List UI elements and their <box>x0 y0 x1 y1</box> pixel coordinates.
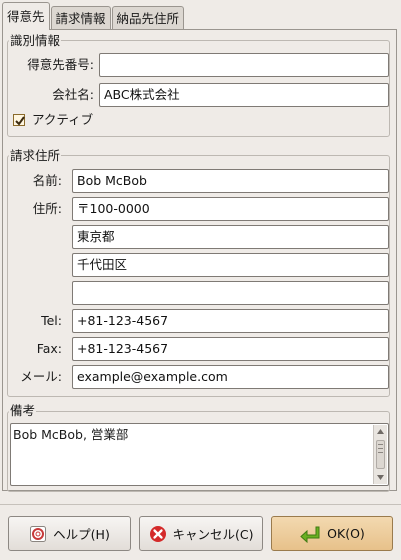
name-label: 名前: <box>32 173 62 188</box>
address-label: 住所: <box>32 201 62 216</box>
email-input[interactable]: example@example.com <box>72 365 389 389</box>
checkmark-icon <box>15 116 25 126</box>
company-name-input[interactable]: ABC株式会社 <box>99 83 389 107</box>
scroll-up-icon[interactable] <box>374 425 387 438</box>
button-separator <box>0 504 401 505</box>
ok-button[interactable]: OK(O) <box>271 516 393 551</box>
fax-input[interactable]: +81-123-4567 <box>72 337 389 361</box>
tab-delivery-address[interactable]: 納品先住所 <box>111 6 185 30</box>
customer-code-label: 得意先番号: <box>27 57 94 72</box>
cancel-button[interactable]: キャンセル(C) <box>139 516 263 551</box>
cancel-icon <box>149 525 166 542</box>
address-line1-input[interactable]: 〒100-0000 <box>72 197 389 221</box>
scroll-down-icon[interactable] <box>374 471 387 484</box>
fax-label: Fax: <box>36 341 62 356</box>
address-line2-input[interactable]: 東京都 <box>72 225 389 249</box>
help-icon <box>30 525 47 542</box>
name-input[interactable]: Bob McBob <box>72 169 389 193</box>
scroll-thumb[interactable] <box>376 440 385 469</box>
billing-address-legend: 請求住所 <box>9 148 62 163</box>
notes-text: Bob McBob, 営業部 <box>13 427 129 442</box>
email-label: メール: <box>20 369 62 384</box>
tel-label: Tel: <box>41 313 62 328</box>
help-button-label: ヘルプ(H) <box>53 527 110 542</box>
help-button[interactable]: ヘルプ(H) <box>8 516 131 551</box>
active-label: アクティブ <box>32 112 94 127</box>
notes-scrollbar[interactable] <box>373 425 387 484</box>
notes-legend: 備考 <box>9 403 37 418</box>
tel-input[interactable]: +81-123-4567 <box>72 309 389 333</box>
enter-arrow-icon <box>300 526 320 543</box>
tab-customer[interactable]: 得意先 <box>2 2 50 30</box>
company-name-label: 会社名: <box>52 87 94 102</box>
customer-code-input[interactable] <box>99 53 389 77</box>
active-checkbox[interactable] <box>13 114 25 126</box>
ok-button-label: OK(O) <box>327 526 365 541</box>
identity-legend: 識別情報 <box>9 33 62 48</box>
tab-bar: 得意先 請求情報 納品先住所 <box>2 2 185 30</box>
tab-billing[interactable]: 請求情報 <box>50 6 111 30</box>
notes-textarea[interactable]: Bob McBob, 営業部 <box>10 423 389 486</box>
address-line4-input[interactable] <box>72 281 389 305</box>
address-line3-input[interactable]: 千代田区 <box>72 253 389 277</box>
cancel-button-label: キャンセル(C) <box>172 527 254 542</box>
